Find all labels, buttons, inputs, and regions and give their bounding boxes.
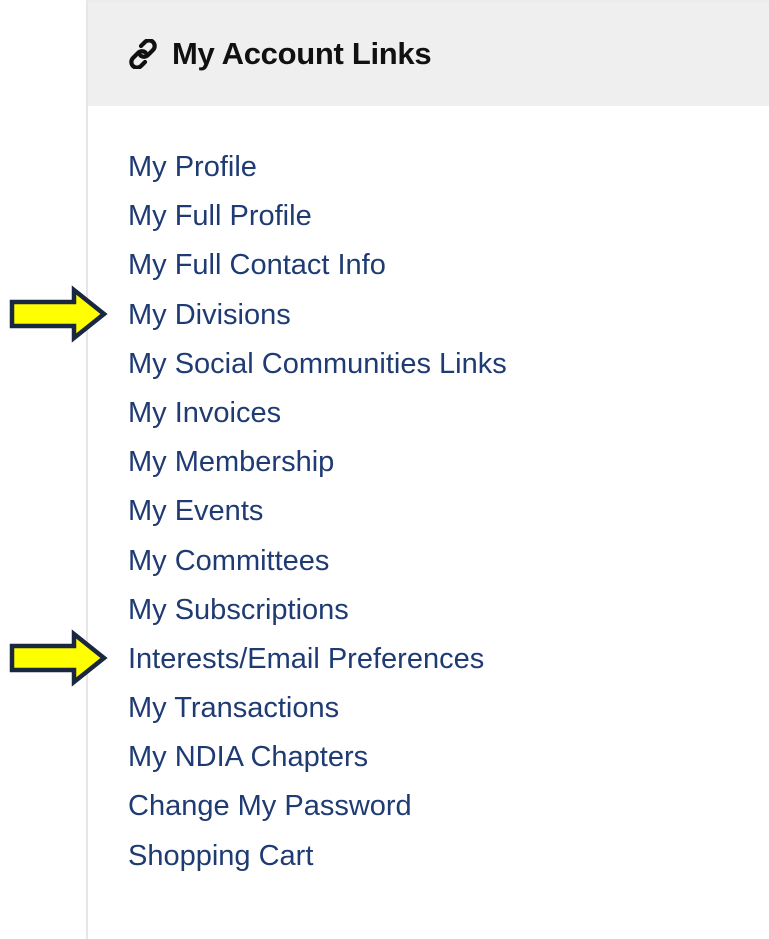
link-my-ndia-chapters[interactable]: My NDIA Chapters xyxy=(128,741,368,773)
arrow-pointer-icon xyxy=(9,285,108,343)
list-item: My Full Profile xyxy=(128,192,507,241)
link-my-transactions[interactable]: My Transactions xyxy=(128,692,339,724)
list-item: My NDIA Chapters xyxy=(128,733,507,782)
link-shopping-cart[interactable]: Shopping Cart xyxy=(128,840,313,872)
link-interests-email-preferences[interactable]: Interests/Email Preferences xyxy=(128,643,484,675)
account-links-panel: My Account Links My Profile My Full Prof… xyxy=(86,0,769,939)
link-my-invoices[interactable]: My Invoices xyxy=(128,397,281,429)
link-my-membership[interactable]: My Membership xyxy=(128,446,334,478)
list-item: Interests/Email Preferences xyxy=(128,635,507,684)
list-item: Change My Password xyxy=(128,782,507,831)
list-item: My Profile xyxy=(128,143,507,192)
link-my-social-communities-links[interactable]: My Social Communities Links xyxy=(128,348,507,380)
panel-header: My Account Links xyxy=(88,2,769,106)
list-item: My Social Communities Links xyxy=(128,340,507,389)
list-item: My Invoices xyxy=(128,389,507,438)
arrow-pointer-icon xyxy=(9,629,108,687)
list-item: My Committees xyxy=(128,537,507,586)
link-my-subscriptions[interactable]: My Subscriptions xyxy=(128,594,349,626)
list-item: My Divisions xyxy=(128,291,507,340)
link-my-profile[interactable]: My Profile xyxy=(128,151,257,183)
account-links-list: My Profile My Full Profile My Full Conta… xyxy=(128,143,507,881)
link-my-full-profile[interactable]: My Full Profile xyxy=(128,200,312,232)
list-item: My Full Contact Info xyxy=(128,241,507,290)
link-icon xyxy=(128,39,158,69)
link-my-events[interactable]: My Events xyxy=(128,495,263,527)
link-change-my-password[interactable]: Change My Password xyxy=(128,790,412,822)
list-item: Shopping Cart xyxy=(128,832,507,881)
link-my-divisions[interactable]: My Divisions xyxy=(128,299,291,331)
link-my-full-contact-info[interactable]: My Full Contact Info xyxy=(128,249,386,281)
list-item: My Events xyxy=(128,487,507,536)
link-my-committees[interactable]: My Committees xyxy=(128,545,329,577)
list-item: My Subscriptions xyxy=(128,586,507,635)
list-item: My Transactions xyxy=(128,684,507,733)
list-item: My Membership xyxy=(128,438,507,487)
panel-title: My Account Links xyxy=(172,36,432,71)
